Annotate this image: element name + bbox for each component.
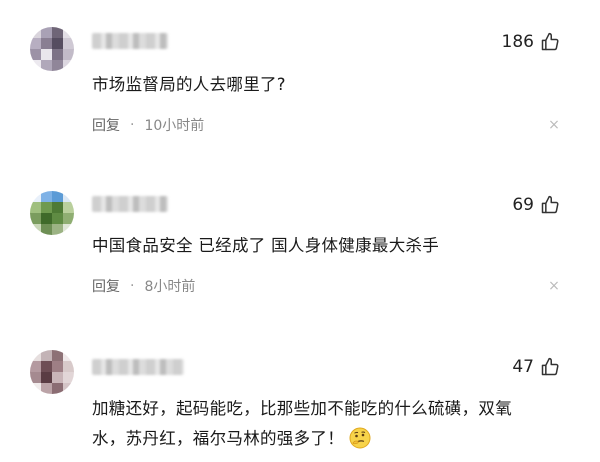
avatar[interactable] [30,191,74,235]
comment-text: 中国食品安全 已经成了 国人身体健康最大杀手 [92,236,440,255]
avatar-pixel [52,361,63,372]
username-blurred[interactable] [92,196,168,212]
avatar-pixel [41,202,52,213]
like-count: 47 [512,357,534,377]
comment-time: 10小时前 [144,118,205,134]
avatar-pixel [30,361,41,372]
separator-dot: · [130,117,135,133]
thumbs-up-icon [541,195,559,214]
avatar-pixel [63,383,74,394]
comment-time: 8小时前 [144,279,196,295]
separator-dot: · [130,278,135,294]
avatar-pixel [30,383,41,394]
avatar-pixel [30,191,41,202]
avatar-pixel [63,361,74,372]
reply-button[interactable]: 回复 [92,276,120,296]
avatar-pixel [52,38,63,49]
avatar-pixel [63,60,74,71]
comment-text: 加糖还好，起码能吃，比那些加不能吃的什么硫磺，双氧 水，苏丹红，福尔马林的强多了… [92,394,580,454]
avatar-pixel [63,191,74,202]
avatar-pixel [63,202,74,213]
avatar-pixel [63,38,74,49]
avatar-pixel [52,202,63,213]
avatar-pixel [63,372,74,383]
like-button[interactable]: 69 [512,195,560,215]
avatar-pixel [41,372,52,383]
avatar-pixel [41,361,52,372]
avatar-pixel [41,191,52,202]
avatar-pixel [30,213,41,224]
avatar-pixel [52,213,63,224]
avatar-pixel [41,383,52,394]
avatar-pixel [41,49,52,60]
avatar-pixel [41,27,52,38]
avatar-pixel [30,60,41,71]
avatar[interactable] [30,350,74,394]
avatar-pixel [52,49,63,60]
avatar-pixel [52,191,63,202]
reply-button[interactable]: 回复 [92,115,120,135]
avatar-pixel [52,224,63,235]
avatar-pixel [52,350,63,361]
username-blurred[interactable] [92,359,184,375]
avatar-pixel [63,49,74,60]
comment-meta: 回复 · 10小时前 [92,115,204,135]
like-button[interactable]: 186 [502,32,560,52]
avatar-pixel [52,60,63,71]
avatar-pixel [30,224,41,235]
thumbs-up-icon [541,357,559,376]
avatar-pixel [41,38,52,49]
comment-text-line: 水，苏丹红，福尔马林的强多了！ [92,424,580,454]
comment-item: 69 中国食品安全 已经成了 国人身体健康最大杀手 回复 · 8小时前 × [0,160,600,320]
close-icon[interactable]: × [548,118,560,132]
avatar-pixel [41,224,52,235]
comment-item: 47 加糖还好，起码能吃，比那些加不能吃的什么硫磺，双氧 水，苏丹红，福尔马林的… [0,320,600,462]
avatar-pixel [30,202,41,213]
avatar-pixel [41,350,52,361]
like-button[interactable]: 47 [512,357,560,377]
like-count: 186 [501,32,534,52]
avatar-pixel [30,372,41,383]
comment-meta: 回复 · 8小时前 [92,276,195,296]
close-icon[interactable]: × [548,279,560,293]
avatar-pixel [30,38,41,49]
avatar-pixel [41,213,52,224]
avatar-pixel [63,224,74,235]
avatar-pixel [63,27,74,38]
comment-text: 市场监督局的人去哪里了? [92,75,286,94]
username-blurred[interactable] [92,33,168,49]
avatar-pixel [41,60,52,71]
avatar-pixel [63,213,74,224]
thinking-face-icon [349,427,371,448]
thumbs-up-icon [541,32,559,51]
avatar-pixel [52,27,63,38]
avatar-pixel [30,350,41,361]
like-count: 69 [512,195,534,215]
comment-text-line: 加糖还好，起码能吃，比那些加不能吃的什么硫磺，双氧 [92,399,512,418]
avatar-pixel [52,372,63,383]
avatar-pixel [63,350,74,361]
avatar-pixel [52,383,63,394]
avatar-pixel [30,27,41,38]
avatar-pixel [30,49,41,60]
comment-item: 186 市场监督局的人去哪里了? 回复 · 10小时前 × [0,0,600,160]
comment-text-fragment: 水，苏丹红，福尔马林的强多了！ [92,429,344,448]
avatar[interactable] [30,27,74,71]
